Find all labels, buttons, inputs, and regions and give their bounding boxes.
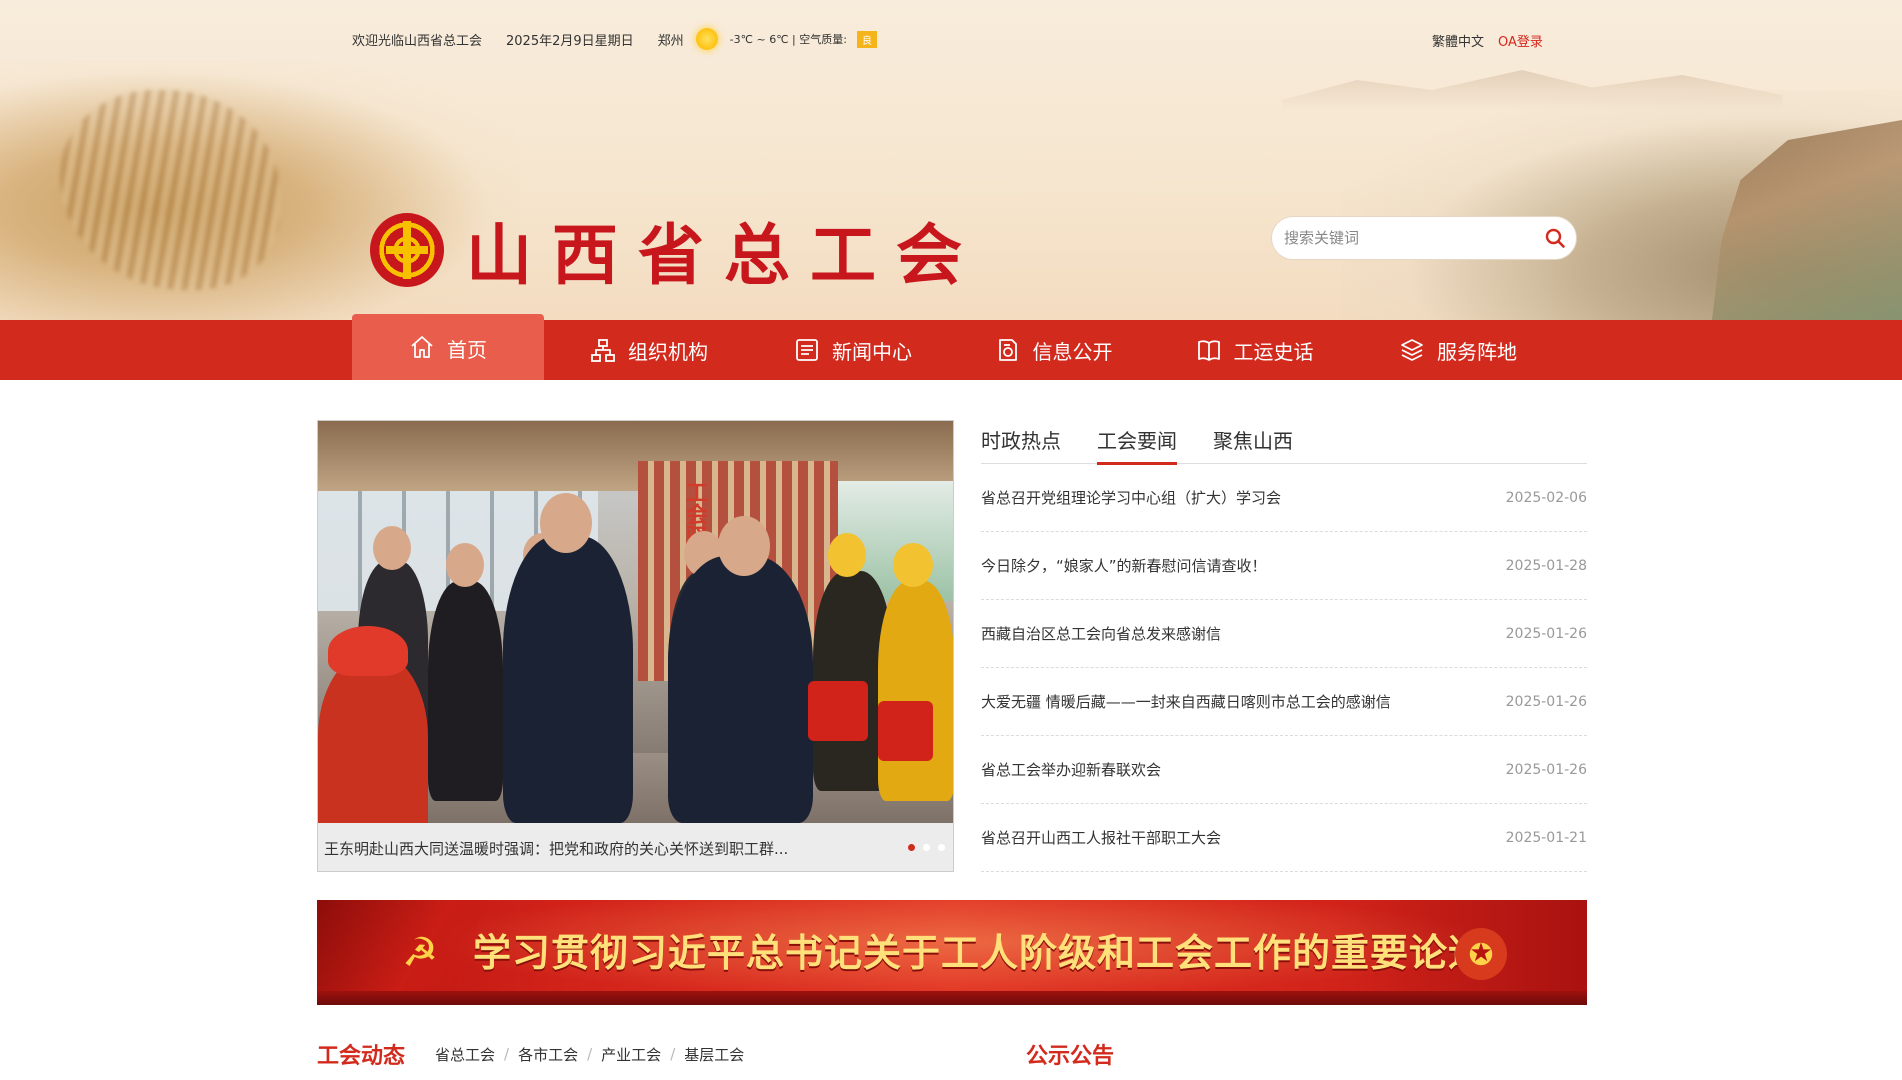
carousel-dot[interactable] <box>923 844 930 851</box>
tab-union-news[interactable]: 工会要闻 <box>1097 426 1177 465</box>
search-icon[interactable] <box>1544 227 1566 249</box>
welcome-text: 欢迎光临山西省总工会 <box>352 33 483 49</box>
photo-person-head <box>893 543 933 587</box>
photo-person <box>428 581 503 801</box>
nav-labor-history[interactable]: 工运史话 <box>1155 314 1354 380</box>
star-icon: ★ <box>1455 928 1507 980</box>
news-item[interactable]: 今日除夕，“娘家人”的新春慰问信请查收！ 2025-01-28 <box>981 532 1587 600</box>
union-dynamics-subtabs: 省总工会 / 各市工会 / 产业工会 / 基层工会 <box>435 1044 744 1065</box>
subtab-provincial-union[interactable]: 省总工会 <box>435 1044 495 1065</box>
news-item[interactable]: 省总召开山西工人报社干部职工大会 2025-01-21 <box>981 804 1587 872</box>
oa-login-link[interactable]: OA登录 <box>1498 31 1543 50</box>
nav-news-center[interactable]: 新闻中心 <box>754 314 952 380</box>
news-item[interactable]: 省总工会举办迎新春联欢会 2025-01-26 <box>981 736 1587 804</box>
banner-stripe <box>317 991 1587 1005</box>
nav-organization-label: 组织机构 <box>628 339 708 364</box>
news-list: 省总召开党组理论学习中心组（扩大）学习会 2025-02-06 今日除夕，“娘家… <box>981 464 1587 872</box>
site-title: 山西省总工会 <box>466 216 982 294</box>
news-item-date: 2025-01-28 <box>1505 557 1587 574</box>
carousel-dots <box>908 844 945 851</box>
weather-temperature: -3℃ ~ 6℃ | 空气质量: <box>729 33 847 46</box>
nav-information-disclosure-label: 信息公开 <box>1032 339 1113 364</box>
section-title-announcements[interactable]: 公示公告 <box>1026 1038 1114 1070</box>
carousel-caption[interactable]: 王东明赴山西大同送温暖时强调：把党和政府的关心关怀送到职工群... <box>324 838 884 859</box>
document-icon <box>995 337 1021 363</box>
nav-service-center-label: 服务阵地 <box>1437 339 1517 364</box>
news-item-date: 2025-02-06 <box>1505 489 1587 506</box>
party-flag-decoration <box>317 900 477 1005</box>
news-carousel[interactable]: 工会驿站 王东明赴山西大同送温暖时强调：把党和政府的关心关怀送到职工群... <box>317 420 954 872</box>
photo-person-head <box>718 516 770 576</box>
site-logo[interactable]: 山西省总工会 <box>370 202 982 298</box>
top-info-bar: 欢迎光临山西省总工会 2025年2月9日星期日 郑州 -3℃ ~ 6℃ | 空气… <box>352 28 877 50</box>
tab-political-hot[interactable]: 时政热点 <box>981 426 1061 464</box>
nav-organization[interactable]: 组织机构 <box>544 314 754 380</box>
nav-labor-history-label: 工运史话 <box>1233 339 1314 364</box>
nav-service-center[interactable]: 服务阵地 <box>1354 314 1562 380</box>
subtab-separator: / <box>587 1045 593 1063</box>
nav-home-label: 首页 <box>447 338 487 362</box>
subtab-grassroots-unions[interactable]: 基层工会 <box>684 1044 744 1065</box>
news-item[interactable]: 西藏自治区总工会向省总发来感谢信 2025-01-26 <box>981 600 1587 668</box>
news-tabs: 时政热点 工会要闻 聚焦山西 <box>981 426 1587 465</box>
photo-person <box>318 651 428 823</box>
photo-person-head <box>328 626 408 676</box>
news-item-date: 2025-01-26 <box>1505 625 1587 642</box>
section-title-union-dynamics[interactable]: 工会动态 <box>317 1038 405 1070</box>
air-quality-badge: 良 <box>856 30 877 48</box>
nav-home[interactable]: 首页 <box>352 314 544 380</box>
main-navigation: 首页 组织机构 新闻中心 信息公开 工运史话 服务阵地 <box>0 314 1902 380</box>
news-item-title[interactable]: 省总召开山西工人报社干部职工大会 <box>981 827 1221 848</box>
carousel-dot[interactable] <box>938 844 945 851</box>
news-item-title[interactable]: 大爱无疆 情暖后藏——一封来自西藏日喀则市总工会的感谢信 <box>981 691 1391 712</box>
photo-person-head <box>446 543 484 587</box>
current-date: 2025年2月9日星期日 <box>506 33 634 49</box>
nav-information-disclosure[interactable]: 信息公开 <box>952 314 1155 380</box>
banner-title: 学习贯彻习近平总书记关于工人阶级和工会工作的重要论述 <box>473 930 1488 975</box>
photo-person-head <box>373 526 411 570</box>
layers-icon <box>1399 337 1425 363</box>
photo-person <box>668 556 813 823</box>
subtab-separator: / <box>670 1045 676 1063</box>
nav-news-center-label: 新闻中心 <box>832 339 912 364</box>
photo-person <box>808 681 868 741</box>
study-banner[interactable]: ☭ 学习贯彻习近平总书记关于工人阶级和工会工作的重要论述 ★ <box>317 900 1587 1005</box>
carousel-dot[interactable] <box>908 844 915 851</box>
subtab-separator: / <box>504 1045 510 1063</box>
photo-person <box>878 581 953 801</box>
tab-focus-shanxi[interactable]: 聚焦山西 <box>1213 426 1293 464</box>
weather-city: 郑州 <box>657 33 684 49</box>
news-item-title[interactable]: 省总召开党组理论学习中心组（扩大）学习会 <box>981 487 1281 508</box>
carousel-photo[interactable]: 工会驿站 <box>318 421 953 823</box>
traditional-chinese-link[interactable]: 繁體中文 <box>1432 31 1484 50</box>
news-item-date: 2025-01-26 <box>1505 761 1587 778</box>
newspaper-icon <box>794 337 820 363</box>
news-item-date: 2025-01-21 <box>1505 829 1587 846</box>
news-item-title[interactable]: 西藏自治区总工会向省总发来感谢信 <box>981 623 1221 644</box>
book-icon <box>1196 337 1222 363</box>
carousel-caption-bar: 王东明赴山西大同送温暖时强调：把党和政府的关心关怀送到职工群... <box>318 823 953 871</box>
union-dynamics-section: 工会动态 省总工会 / 各市工会 / 产业工会 / 基层工会 <box>317 1038 744 1070</box>
top-links: 繁體中文 OA登录 <box>1432 31 1543 50</box>
photo-person-head <box>540 493 592 553</box>
news-item[interactable]: 大爱无疆 情暖后藏——一封来自西藏日喀则市总工会的感谢信 2025-01-26 <box>981 668 1587 736</box>
search-input[interactable] <box>1284 229 1544 247</box>
hammer-sickle-icon: ☭ <box>402 930 438 976</box>
header-banner: 欢迎光临山西省总工会 2025年2月9日星期日 郑州 -3℃ ~ 6℃ | 空气… <box>0 0 1902 320</box>
news-item[interactable]: 省总召开党组理论学习中心组（扩大）学习会 2025-02-06 <box>981 464 1587 532</box>
subtab-city-unions[interactable]: 各市工会 <box>518 1044 578 1065</box>
news-item-title[interactable]: 今日除夕，“娘家人”的新春慰问信请查收！ <box>981 555 1267 576</box>
photo-person-head <box>828 533 866 577</box>
trade-union-emblem-icon <box>370 213 444 287</box>
subtab-industry-unions[interactable]: 产业工会 <box>601 1044 661 1065</box>
news-item-title[interactable]: 省总工会举办迎新春联欢会 <box>981 759 1161 780</box>
home-icon <box>409 334 435 360</box>
search-box <box>1271 216 1577 260</box>
org-chart-icon <box>590 337 616 363</box>
news-item-date: 2025-01-26 <box>1505 693 1587 710</box>
photo-person <box>878 701 933 761</box>
sun-icon <box>695 28 718 50</box>
photo-person <box>503 536 633 823</box>
